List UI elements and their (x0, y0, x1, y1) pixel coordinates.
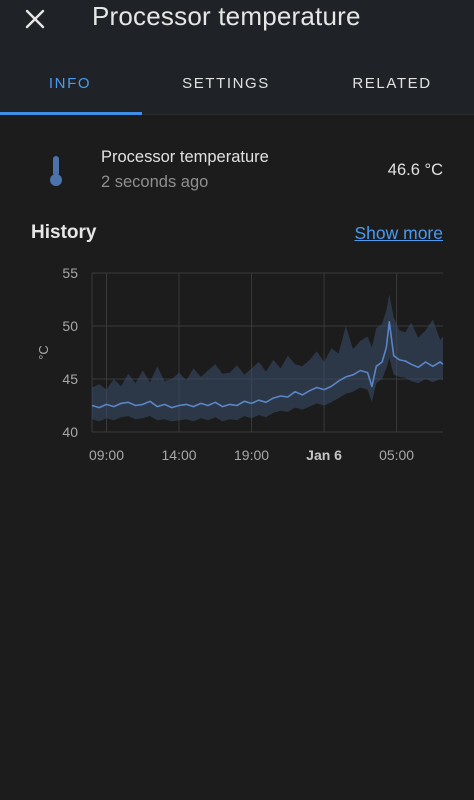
tab-settings[interactable]: SETTINGS (156, 52, 296, 114)
close-icon (25, 9, 45, 29)
entity-name: Processor temperature (101, 148, 269, 166)
close-button[interactable] (18, 2, 52, 36)
x-tick-label: Jan 6 (306, 447, 342, 463)
tab-related[interactable]: RELATED (322, 52, 462, 114)
tab-info[interactable]: INFO (0, 52, 140, 114)
y-tick-label: 50 (62, 318, 78, 334)
tab-bar: INFO SETTINGS RELATED (0, 52, 474, 115)
y-tick-label: 40 (62, 424, 78, 440)
x-tick-label: 19:00 (234, 447, 269, 463)
x-tick-label: 14:00 (162, 447, 197, 463)
entity-state: 46.6 °C (387, 161, 443, 179)
x-tick-label: 05:00 (379, 447, 414, 463)
y-tick-label: 45 (62, 371, 78, 387)
entity-row[interactable]: Processor temperature 2 seconds ago 46.6… (0, 140, 474, 200)
dialog-title: Processor temperature (92, 1, 361, 31)
y-axis-label: °C (36, 345, 51, 360)
thermometer-icon (50, 156, 62, 186)
show-more-link[interactable]: Show more (354, 223, 443, 244)
dialog: Processor temperature INFO SETTINGS RELA… (0, 0, 474, 800)
y-tick-label: 55 (62, 265, 78, 281)
active-tab-indicator (0, 112, 142, 115)
history-title: History (31, 222, 97, 243)
dialog-header: Processor temperature (0, 0, 474, 52)
history-chart[interactable]: 40 45 50 55 09:00 14:00 19:00 Jan 6 05:00 °C (0, 255, 474, 475)
history-chart-svg: 40 45 50 55 09:00 14:00 19:00 Jan 6 05:00 °C (36, 265, 444, 463)
x-tick-label: 09:00 (89, 447, 124, 463)
entity-last-changed: 2 seconds ago (101, 173, 209, 191)
